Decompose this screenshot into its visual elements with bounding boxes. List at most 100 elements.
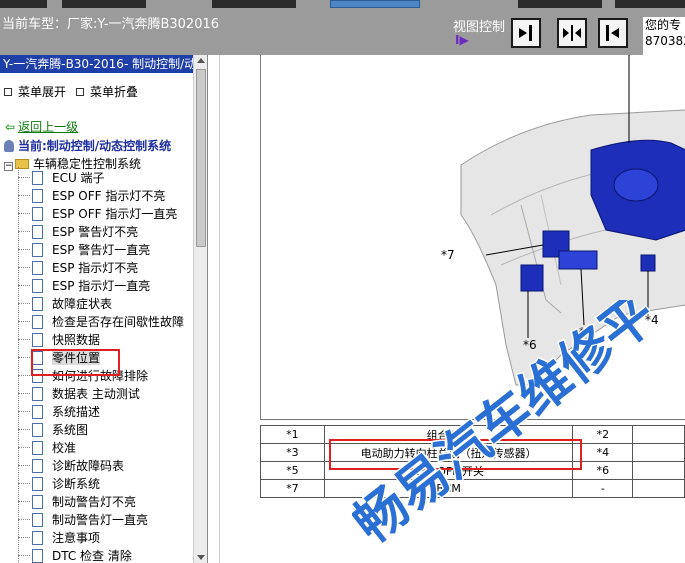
expand-icon (4, 88, 12, 96)
tree-item[interactable]: ESP 指示灯不亮 (18, 259, 138, 277)
document-icon (32, 225, 43, 239)
pane-right-icon (519, 25, 532, 41)
expand-all-label: 菜单展开 (18, 85, 67, 99)
table-cell: *1 (260, 425, 325, 444)
tab-active[interactable] (330, 0, 420, 8)
document-icon (32, 333, 43, 347)
document-icon (32, 495, 43, 509)
tab-4[interactable] (518, 0, 602, 8)
back-arrow-icon: ⇦ (5, 120, 16, 134)
callout-5: *5 (579, 325, 593, 339)
callout-7: *7 (441, 248, 455, 262)
tree-item-label: 注意事项 (52, 531, 101, 545)
tree-item[interactable]: ESP OFF 指示灯一直亮 (18, 205, 177, 223)
tree-branch-line (18, 537, 30, 538)
collapse-left-button[interactable] (598, 18, 628, 48)
tree-item[interactable]: ECU 端子 (18, 169, 105, 187)
pane-left-icon (606, 25, 619, 41)
table-cell: *7 (260, 479, 325, 498)
tree-branch-line (18, 213, 30, 214)
tree-item[interactable]: 故障症状表 (18, 295, 112, 313)
document-icon (32, 405, 43, 419)
tree-branch-line (18, 267, 30, 268)
tab-5[interactable] (615, 0, 685, 8)
tree-item[interactable]: 数据表 主动测试 (18, 385, 140, 403)
document-icon (32, 243, 43, 257)
document-icon (32, 171, 43, 185)
tree-item[interactable]: 快照数据 (18, 331, 100, 349)
tree-item[interactable]: 系统图 (18, 421, 88, 439)
panel-title: Y-一汽奔腾-B30-2016- 制动控制/动态控制系统 (0, 55, 193, 73)
split-view-button[interactable] (557, 18, 587, 48)
tree-item-label: 制动警告灯一直亮 (52, 513, 149, 527)
tree-item[interactable]: 制动警告灯不亮 (18, 493, 136, 511)
highlight-box-table-row (329, 439, 582, 470)
tab-2[interactable] (62, 0, 146, 8)
tree-item-label: 制动警告灯不亮 (52, 495, 137, 509)
table-row: *7 BCM - (260, 479, 685, 498)
tree-item-label: 系统图 (52, 423, 89, 437)
tree-branch-line (18, 555, 30, 556)
tree-item[interactable]: 注意事项 (18, 529, 100, 547)
tree-item[interactable]: ESP 警告灯一直亮 (18, 241, 150, 259)
table-cell (632, 425, 685, 444)
current-path-label: 当前:制动控制/动态控制系统 (18, 139, 172, 153)
document-icon (32, 423, 43, 437)
panel-scrollbar[interactable] (193, 55, 207, 563)
tree-item[interactable]: 诊断故障码表 (18, 457, 124, 475)
expert-line-2: 870382 (645, 34, 685, 48)
collapse-all-button[interactable]: 菜单折叠 (76, 83, 138, 100)
tab-3[interactable] (212, 0, 296, 8)
collapse-all-label: 菜单折叠 (90, 85, 139, 99)
view-control-icon[interactable]: I▶ (455, 33, 469, 47)
tree-branch-line (18, 393, 30, 394)
tree-item-label: 快照数据 (52, 333, 101, 347)
document-icon (32, 459, 43, 473)
scroll-thumb[interactable] (196, 69, 206, 247)
tree-item[interactable]: 制动警告灯一直亮 (18, 511, 148, 529)
callout-4: *4 (645, 313, 659, 327)
document-icon (32, 279, 43, 293)
document-icon (32, 207, 43, 221)
tree-item-label: 诊断系统 (52, 477, 101, 491)
tree-item[interactable]: 系统描述 (18, 403, 100, 421)
table-cell: *3 (260, 443, 325, 462)
tree-item[interactable]: ESP OFF 指示灯不亮 (18, 187, 165, 205)
tree-branch-line (18, 465, 30, 466)
dashboard-illustration (460, 55, 685, 386)
tree-item[interactable]: 诊断系统 (18, 475, 100, 493)
document-icon (32, 477, 43, 491)
tree-item[interactable]: DTC 检查 清除 (18, 547, 132, 563)
expand-right-button[interactable] (511, 18, 541, 48)
tree-branch-line (18, 375, 30, 376)
tree-branch-line (18, 411, 30, 412)
tree-branch-line (18, 357, 30, 358)
document-icon (32, 261, 43, 275)
tree-item[interactable]: 检查是否存在间歇性故障 (18, 313, 184, 331)
back-link[interactable]: ⇦ 返回上一级 (5, 118, 78, 135)
tab-1[interactable] (0, 0, 47, 8)
navigation-panel: Y-一汽奔腾-B30-2016- 制动控制/动态控制系统 菜单展开 菜单折叠 ⇦… (0, 55, 208, 563)
tree-item-label: ECU 端子 (52, 171, 105, 185)
document-icon (32, 513, 43, 527)
expand-all-button[interactable]: 菜单展开 (4, 83, 66, 100)
table-cell: *5 (260, 461, 325, 480)
tree-branch-line (18, 519, 30, 520)
scroll-up-icon[interactable] (197, 58, 205, 63)
collapse-node-icon[interactable]: − (4, 162, 13, 171)
tree-item-label: ESP OFF 指示灯一直亮 (52, 207, 178, 221)
app-window: 当前车型：厂家:Y-一汽奔腾B302016 视图控制 I▶ 您的专 87038 (0, 0, 685, 563)
tree-item[interactable]: 校准 (18, 439, 76, 457)
tree-item[interactable]: ESP 警告灯不亮 (18, 223, 138, 241)
tree-item-label: 诊断故障码表 (52, 459, 125, 473)
expert-line-1: 您的专 (645, 18, 682, 32)
tab-strip (0, 0, 685, 8)
tree-item-label: 数据表 主动测试 (52, 387, 140, 401)
top-toolbar: 当前车型：厂家:Y-一汽奔腾B302016 视图控制 I▶ 您的专 87038 (0, 0, 685, 55)
tree-item[interactable]: ESP 指示灯一直亮 (18, 277, 150, 295)
table-cell (632, 443, 685, 462)
collapse-icon (76, 88, 84, 96)
current-vehicle-label: 当前车型：厂家:Y-一汽奔腾B302016 (2, 17, 220, 32)
scroll-down-icon[interactable] (197, 555, 205, 560)
tree-branch-line (18, 177, 30, 178)
